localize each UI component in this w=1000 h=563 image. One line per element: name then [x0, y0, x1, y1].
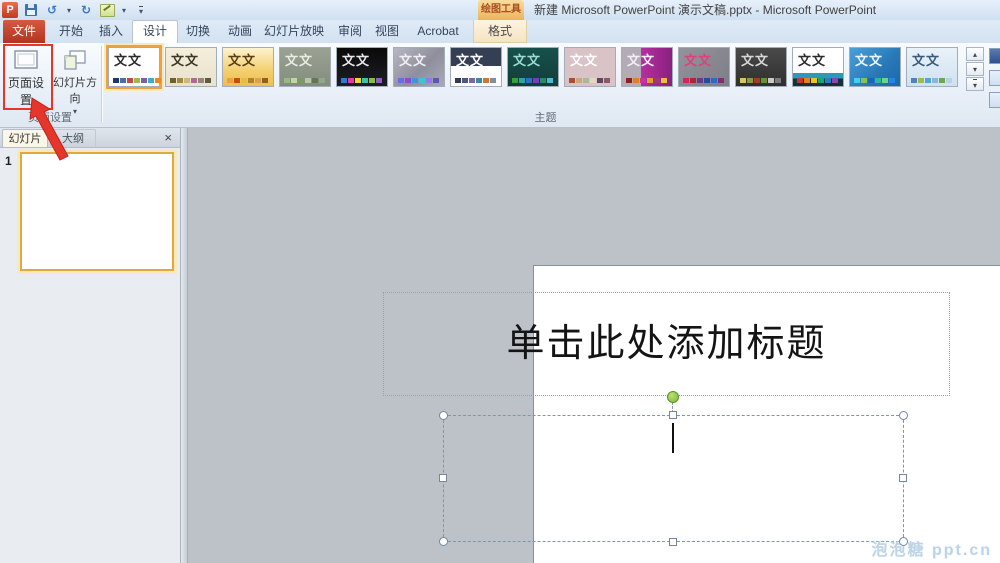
- theme-swatches: [740, 78, 781, 83]
- theme-tile-4[interactable]: 文文: [279, 47, 331, 87]
- gallery-more-button[interactable]: ▾: [966, 77, 984, 91]
- theme-tile-3[interactable]: 文文: [222, 47, 274, 87]
- theme-tile-9[interactable]: 文文: [564, 47, 616, 87]
- undo-icon[interactable]: ↺: [44, 2, 60, 18]
- theme-tile-label: 文文: [684, 53, 713, 68]
- theme-tile-label: 文文: [627, 53, 656, 68]
- title-bar: P ↺ ▾ ↺ ▾ ▾ 绘图工具 新建 Microsoft PowerPoint…: [0, 0, 1000, 21]
- window-title: 新建 Microsoft PowerPoint 演示文稿.pptx - Micr…: [534, 3, 877, 17]
- theme-tile-label: 文文: [171, 53, 200, 68]
- theme-tile-6[interactable]: 文文: [393, 47, 445, 87]
- watermark: 泡泡糖 ppt.cn: [871, 542, 992, 559]
- tab-review[interactable]: 审阅: [330, 20, 370, 43]
- theme-tile-11[interactable]: 文文: [678, 47, 730, 87]
- theme-swatches: [626, 78, 667, 83]
- gallery-scroll-up-button[interactable]: ▴: [966, 47, 984, 61]
- title-placeholder[interactable]: 单击此处添加标题: [383, 292, 950, 396]
- slides-panel: 幻灯片 大纲 × 1: [0, 128, 181, 563]
- text-cursor: [672, 423, 674, 453]
- theme-tile-1[interactable]: 文文: [108, 47, 161, 87]
- theme-swatches: [569, 78, 610, 83]
- theme-tile-13[interactable]: 文文: [792, 47, 844, 87]
- resize-handle-top-right[interactable]: [899, 411, 908, 420]
- theme-swatches: [683, 78, 724, 83]
- theme-swatches: [455, 78, 496, 83]
- ribbon: 页面设置 幻灯片方向 ▾ 页面设置 文文 文文 文文 文文 文文 文文 文文 文文 文文 文文 文文…: [0, 43, 1000, 128]
- resize-handle-bottom-right[interactable]: [899, 537, 908, 546]
- theme-tile-5[interactable]: 文文: [336, 47, 388, 87]
- theme-tile-14[interactable]: 文文: [849, 47, 901, 87]
- pen-dropdown-icon[interactable]: ▾: [120, 2, 128, 18]
- theme-tile-label: 文文: [570, 53, 599, 68]
- gallery-scroll-controls: ▴ ▾ ▾: [966, 47, 984, 91]
- title-placeholder-text: 单击此处添加标题: [506, 323, 827, 365]
- ribbon-tab-row: 文件 开始 插入 设计 切换 动画 幻灯片放映 审阅 视图 Acrobat 格式: [0, 20, 1000, 44]
- close-icon[interactable]: ×: [164, 130, 172, 146]
- resize-handle-middle-left[interactable]: [439, 474, 447, 482]
- themes-group-label: 主题: [534, 112, 557, 124]
- theme-tile-label: 文文: [912, 53, 941, 68]
- quick-access-toolbar: P ↺ ▾ ↺ ▾ ▾: [2, 1, 149, 19]
- resize-handle-bottom-center[interactable]: [669, 538, 677, 546]
- theme-tile-label: 文文: [342, 53, 371, 68]
- save-icon[interactable]: [23, 2, 39, 18]
- powerpoint-logo-icon[interactable]: P: [2, 2, 18, 18]
- theme-swatches: [398, 78, 439, 83]
- gallery-scroll-down-button[interactable]: ▾: [966, 62, 984, 76]
- theme-swatches: [170, 78, 211, 83]
- clipped-theme-tools: [989, 48, 1000, 108]
- theme-tile-label: 文文: [285, 53, 314, 68]
- slide-orientation-icon: [64, 50, 86, 70]
- theme-swatches: [512, 78, 553, 83]
- theme-tile-label: 文文: [456, 53, 485, 68]
- theme-tile-label: 文文: [513, 53, 542, 68]
- theme-tile-label: 文文: [798, 53, 827, 68]
- theme-gallery: 文文 文文 文文 文文 文文 文文 文文 文文 文文 文文 文文 文文 文文 文文 文文: [108, 47, 963, 93]
- theme-tile-label: 文文: [114, 53, 143, 68]
- tab-animations[interactable]: 动画: [220, 20, 260, 43]
- drawing-tools-contextual-header: 绘图工具: [478, 0, 524, 20]
- redo-icon[interactable]: ↺: [78, 2, 94, 18]
- theme-swatches: [113, 78, 161, 83]
- tab-design[interactable]: 设计: [132, 20, 178, 44]
- theme-swatches: [797, 78, 838, 83]
- pen-icon[interactable]: [99, 2, 115, 18]
- slide-thumbnail[interactable]: [20, 152, 174, 271]
- annotation-arrow-icon: [29, 97, 69, 161]
- resize-handle-middle-right[interactable]: [899, 474, 907, 482]
- theme-swatches: [227, 78, 268, 83]
- tab-home[interactable]: 开始: [52, 20, 90, 43]
- theme-tile-10[interactable]: 文文: [621, 47, 673, 87]
- resize-handle-top-center[interactable]: [669, 411, 677, 419]
- tab-insert[interactable]: 插入: [92, 20, 130, 43]
- theme-tile-2[interactable]: 文文: [165, 47, 217, 87]
- slide-number: 1: [5, 154, 12, 168]
- theme-tile-8[interactable]: 文文: [507, 47, 559, 87]
- panel-splitter[interactable]: [181, 128, 188, 563]
- theme-tile-12[interactable]: 文文: [735, 47, 787, 87]
- theme-tile-7[interactable]: 文文: [450, 47, 502, 87]
- tab-transitions[interactable]: 切换: [178, 20, 218, 43]
- resize-handle-bottom-left[interactable]: [439, 537, 448, 546]
- tab-format[interactable]: 格式: [473, 20, 527, 43]
- theme-tile-15[interactable]: 文文: [906, 47, 958, 87]
- resize-handle-top-left[interactable]: [439, 411, 448, 420]
- tab-file[interactable]: 文件: [3, 20, 45, 43]
- tab-slideshow[interactable]: 幻灯片放映: [262, 20, 326, 43]
- theme-swatches: [341, 78, 382, 83]
- theme-swatches: [284, 78, 325, 83]
- theme-tile-label: 文文: [741, 53, 770, 68]
- powerpoint-window: P ↺ ▾ ↺ ▾ ▾ 绘图工具 新建 Microsoft PowerPoint…: [0, 0, 1000, 563]
- undo-dropdown-icon[interactable]: ▾: [65, 2, 73, 18]
- tab-acrobat[interactable]: Acrobat: [410, 20, 466, 43]
- group-separator: [101, 46, 103, 122]
- theme-tile-label: 文文: [855, 53, 884, 68]
- theme-tile-label: 文文: [399, 53, 428, 68]
- theme-tile-label: 文文: [228, 53, 257, 68]
- theme-swatches: [854, 78, 895, 83]
- tab-view[interactable]: 视图: [368, 20, 406, 43]
- rotation-handle[interactable]: [667, 391, 679, 403]
- customize-qat-icon[interactable]: ▾: [133, 2, 149, 18]
- theme-swatches: [911, 78, 952, 83]
